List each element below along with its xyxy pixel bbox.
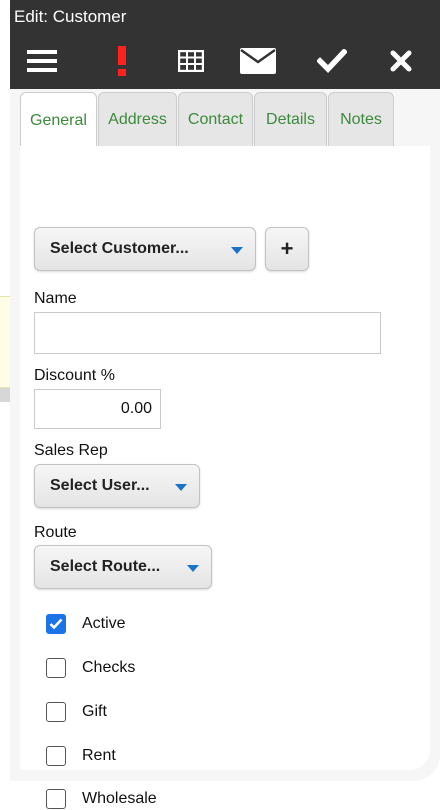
- caret-down-icon: [187, 565, 199, 572]
- wholesale-label: Wholesale: [82, 790, 157, 807]
- route-label: Route: [34, 524, 77, 541]
- select-customer-button[interactable]: Select Customer...: [34, 227, 256, 271]
- tab-address[interactable]: Address: [98, 92, 177, 146]
- tab-details[interactable]: Details: [254, 92, 327, 146]
- checks-label: Checks: [82, 659, 136, 676]
- gift-checkbox-row[interactable]: Gift: [46, 701, 107, 723]
- checks-checkbox[interactable]: [46, 658, 66, 678]
- dialog-title: Edit: Customer: [10, 0, 440, 33]
- rent-label: Rent: [82, 747, 116, 764]
- select-user-button[interactable]: Select User...: [34, 464, 200, 508]
- select-route-button[interactable]: Select Route...: [34, 545, 212, 589]
- select-route-label: Select Route...: [50, 558, 161, 575]
- active-checkbox-row[interactable]: Active: [46, 613, 126, 635]
- rent-checkbox[interactable]: [46, 746, 66, 766]
- discount-label: Discount %: [34, 367, 115, 384]
- general-tab-content: Select Customer... + Name Discount % Sal…: [20, 146, 430, 809]
- rent-checkbox-row[interactable]: Rent: [46, 745, 116, 767]
- menu-icon[interactable]: [24, 43, 60, 79]
- select-user-label: Select User...: [50, 477, 150, 494]
- active-checkbox[interactable]: [46, 614, 66, 634]
- active-label: Active: [82, 615, 126, 632]
- caret-down-icon: [231, 247, 243, 254]
- envelope-icon[interactable]: [238, 43, 278, 79]
- exclamation-icon[interactable]: [110, 43, 134, 79]
- gift-label: Gift: [82, 703, 107, 720]
- add-customer-button[interactable]: +: [265, 227, 309, 271]
- close-icon[interactable]: [386, 43, 416, 79]
- select-customer-label: Select Customer...: [50, 240, 189, 257]
- tab-notes[interactable]: Notes: [328, 92, 394, 146]
- checks-checkbox-row[interactable]: Checks: [46, 657, 135, 679]
- gift-checkbox[interactable]: [46, 702, 66, 722]
- wholesale-checkbox-row[interactable]: Wholesale: [46, 788, 157, 810]
- edit-customer-dialog: Edit: Customer General Address Contact D…: [10, 0, 440, 809]
- tab-contact[interactable]: Contact: [178, 92, 253, 146]
- wholesale-checkbox[interactable]: [46, 789, 66, 809]
- checkmark-icon: [49, 618, 63, 630]
- sales-rep-label: Sales Rep: [34, 442, 108, 459]
- name-label: Name: [34, 290, 77, 307]
- grid-icon[interactable]: [173, 43, 209, 79]
- dialog-panel: General Address Contact Details Notes Se…: [10, 89, 440, 809]
- tab-general[interactable]: General: [20, 92, 97, 149]
- discount-field[interactable]: [34, 389, 161, 429]
- tab-bar: General Address Contact Details Notes: [20, 92, 395, 149]
- caret-down-icon: [175, 484, 187, 491]
- toolbar: [10, 33, 440, 89]
- check-icon[interactable]: [314, 43, 350, 79]
- name-field[interactable]: [34, 312, 381, 354]
